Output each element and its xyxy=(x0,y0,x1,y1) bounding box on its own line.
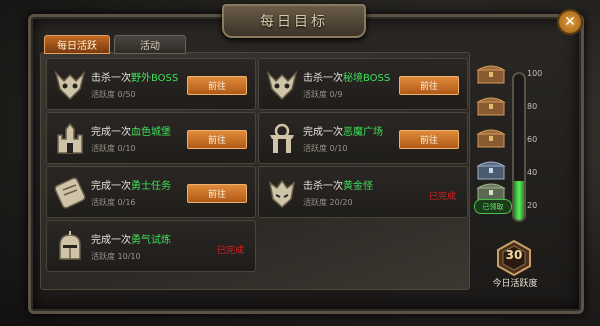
task-progress: 活跃度 0/10 xyxy=(91,144,136,153)
task-name: 完成一次勇气试炼 xyxy=(91,235,171,246)
castle-icon xyxy=(51,117,89,161)
tab-label: 活动 xyxy=(140,41,160,52)
activity-progress-bar xyxy=(512,72,526,222)
task-name: 击杀一次秘境BOSS xyxy=(303,73,391,84)
task-name: 击杀一次野外BOSS xyxy=(91,73,179,84)
task-progress: 活跃度 0/16 xyxy=(91,198,136,207)
gold-monster-icon xyxy=(263,171,301,215)
treasure-chest-icon[interactable] xyxy=(476,126,506,148)
task-card-golden-monster: 击杀一次黄金怪 活跃度 20/20 已完成 xyxy=(258,166,468,218)
window-title: 每日目标 xyxy=(260,14,328,30)
go-button[interactable]: 前往 xyxy=(187,184,247,203)
claimed-badge: 已领取 xyxy=(474,199,512,214)
completed-label: 已完成 xyxy=(217,246,245,256)
task-progress: 活跃度 10/10 xyxy=(91,252,141,261)
activity-score-value: 30 xyxy=(505,248,523,262)
tab-label: 每日活跃 xyxy=(57,41,97,52)
task-progress: 活跃度 0/9 xyxy=(303,90,343,99)
activity-progress-fill xyxy=(514,180,524,220)
treasure-chest-icon[interactable] xyxy=(476,158,506,180)
square-gate-icon xyxy=(263,117,301,161)
go-button[interactable]: 前往 xyxy=(399,76,459,95)
task-card-blood-castle: 完成一次血色城堡 活跃度 0/10 前往 xyxy=(46,112,256,164)
tab-daily-activity[interactable]: 每日活跃 xyxy=(44,35,110,54)
task-name: 击杀一次黄金怪 xyxy=(303,181,373,192)
tab-events[interactable]: 活动 xyxy=(114,35,186,54)
demon-skull-icon xyxy=(263,63,301,107)
title-plate: 每日目标 xyxy=(222,4,366,38)
activity-score-label: 今日活跃度 xyxy=(492,279,538,289)
tick-label: 100 xyxy=(527,69,543,78)
completed-label: 已完成 xyxy=(429,192,457,202)
knight-helmet-icon xyxy=(51,225,89,269)
task-progress: 活跃度 0/10 xyxy=(303,144,348,153)
tick-label: 40 xyxy=(527,168,538,177)
tick-label: 60 xyxy=(527,135,538,144)
tick-label: 80 xyxy=(527,102,538,111)
treasure-chest-icon[interactable] xyxy=(476,94,506,116)
go-button[interactable]: 前往 xyxy=(187,130,247,149)
demon-skull-icon xyxy=(51,63,89,107)
task-card-courage-trial: 完成一次勇气试炼 活跃度 10/10 已完成 xyxy=(46,220,256,272)
task-card-devil-square: 完成一次恶魔广场 活跃度 0/10 前往 xyxy=(258,112,468,164)
task-name: 完成一次血色城堡 xyxy=(91,127,171,138)
task-card-field-boss: 击杀一次野外BOSS 活跃度 0/50 前往 xyxy=(46,58,256,110)
task-card-secret-boss: 击杀一次秘境BOSS 活跃度 0/9 前往 xyxy=(258,58,468,110)
treasure-chest-icon[interactable] xyxy=(476,62,506,84)
close-icon: ✕ xyxy=(564,14,576,30)
go-button[interactable]: 前往 xyxy=(187,76,247,95)
task-name: 完成一次恶魔广场 xyxy=(303,127,383,138)
task-name: 完成一次勇士任务 xyxy=(91,181,171,192)
task-progress: 活跃度 20/20 xyxy=(303,198,353,207)
close-button[interactable]: ✕ xyxy=(557,9,583,35)
task-card-warrior-quest: 完成一次勇士任务 活跃度 0/16 前往 xyxy=(46,166,256,218)
tick-label: 20 xyxy=(527,201,538,210)
go-button[interactable]: 前往 xyxy=(399,130,459,149)
task-progress: 活跃度 0/50 xyxy=(91,90,136,99)
scroll-icon xyxy=(51,171,89,215)
